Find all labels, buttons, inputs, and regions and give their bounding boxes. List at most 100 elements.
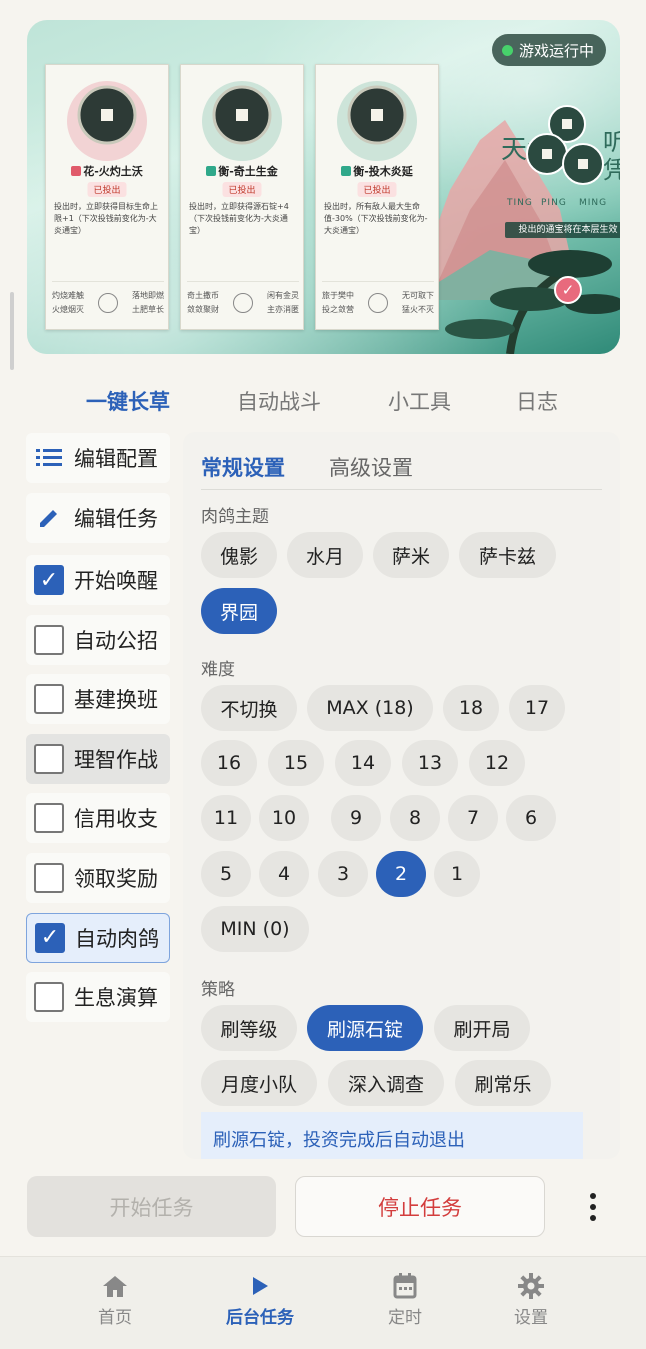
tab-log[interactable]: 日志 bbox=[516, 386, 558, 416]
difficulty-chip[interactable]: 10 bbox=[259, 795, 309, 841]
theme-chip[interactable]: 界园 bbox=[201, 588, 277, 634]
difficulty-chip[interactable]: MAX (18) bbox=[307, 685, 433, 731]
difficulty-chip[interactable]: 7 bbox=[448, 795, 498, 841]
task-item[interactable]: 信用收支 bbox=[26, 793, 170, 844]
strategy-chip[interactable]: 月度小队 bbox=[201, 1060, 317, 1106]
difficulty-label: 难度 bbox=[201, 660, 235, 680]
coin-card-title: 衡-投木炎延 bbox=[316, 163, 438, 179]
checkbox[interactable] bbox=[34, 624, 64, 655]
tab-general-settings[interactable]: 常规设置 bbox=[201, 452, 285, 482]
checkbox[interactable] bbox=[34, 863, 64, 893]
difficulty-chip[interactable]: MIN (0) bbox=[201, 906, 309, 952]
task-item-label: 基建换班 bbox=[74, 688, 158, 713]
theme-chip[interactable]: 萨卡兹 bbox=[459, 532, 556, 578]
theme-chip[interactable]: 水月 bbox=[287, 532, 363, 578]
coin-card[interactable]: 衡-奇土生金 已投出 投出时，立即获得源石锭+4（下次投钱前变化为-大炎通宝） 奇土撒… bbox=[180, 64, 304, 330]
checkbox[interactable]: ✓ bbox=[34, 565, 64, 595]
difficulty-chip[interactable]: 4 bbox=[259, 851, 309, 897]
coin-type-icon bbox=[206, 166, 217, 176]
strategy-chip[interactable]: 刷常乐 bbox=[455, 1060, 551, 1106]
strategy-chip[interactable]: 刷源石锭 bbox=[307, 1005, 423, 1051]
pencil-icon bbox=[34, 506, 64, 530]
settings-panel: 常规设置 高级设置 肉鸽主题 难度 策略 傀影 水月 萨米 萨卡兹 界园 不切换 MAX (… bbox=[183, 432, 620, 1159]
difficulty-chip[interactable]: 18 bbox=[443, 685, 499, 731]
difficulty-chip[interactable]: 1 bbox=[434, 851, 480, 897]
coin-card-foot-text: 旅于樊中 bbox=[322, 290, 354, 300]
seal-icon bbox=[233, 292, 253, 313]
tab-advanced-settings[interactable]: 高级设置 bbox=[329, 452, 413, 482]
task-item[interactable]: 生息演算 bbox=[26, 972, 170, 1023]
task-item-label: 领取奖励 bbox=[74, 867, 158, 891]
seal-icon bbox=[98, 292, 118, 313]
coin-card-title: 衡-奇土生金 bbox=[181, 163, 303, 179]
nav-home[interactable]: 首页 bbox=[65, 1271, 165, 1328]
game-status-badge: 游戏运行中 bbox=[491, 34, 606, 66]
difficulty-chip[interactable]: 14 bbox=[335, 740, 391, 786]
pinyin-2: PING bbox=[541, 198, 567, 208]
task-item-label: 信用收支 bbox=[74, 807, 158, 832]
difficulty-chip[interactable]: 12 bbox=[469, 740, 525, 786]
tab-auto-battle[interactable]: 自动战斗 bbox=[237, 386, 321, 416]
difficulty-chip[interactable]: 11 bbox=[201, 795, 251, 841]
task-item[interactable]: 理智作战 bbox=[26, 733, 170, 784]
coin-card-title-text: 花-火灼土沃 bbox=[83, 165, 143, 178]
checkbox[interactable] bbox=[34, 743, 64, 774]
scroll-indicator[interactable] bbox=[10, 292, 14, 370]
coin-card-status: 已投出 bbox=[87, 182, 127, 197]
nav-settings-label: 设置 bbox=[514, 1308, 548, 1328]
start-task-button[interactable]: 开始任务 bbox=[27, 1176, 276, 1237]
coin-type-icon bbox=[71, 166, 82, 176]
difficulty-chip[interactable]: 6 bbox=[506, 795, 556, 841]
coin-card-foot-text: 落地即燃 bbox=[132, 290, 164, 300]
more-menu-icon[interactable] bbox=[581, 1190, 605, 1224]
nav-background-tasks[interactable]: 后台任务 bbox=[210, 1271, 310, 1328]
coin-card-footer: 旅于樊中 投之敛营 无可取下 猛火不灭 bbox=[322, 281, 434, 319]
edit-config-label: 编辑配置 bbox=[74, 447, 158, 471]
edit-task-label: 编辑任务 bbox=[74, 507, 158, 531]
checkbox[interactable] bbox=[34, 982, 64, 1013]
coin-card[interactable]: 衡-投木炎延 已投出 投出时，所有敌人最大生命值-30%（下次投钱前变化为-大炎通宝… bbox=[315, 64, 439, 330]
task-item[interactable]: ✓ 开始唤醒 bbox=[26, 555, 170, 605]
coin-card[interactable]: 花-火灼土沃 已投出 投出时，立即获得目标生命上限+1（下次投钱前变化为-大炎通宝）… bbox=[45, 64, 169, 330]
strategy-chip[interactable]: 深入调查 bbox=[328, 1060, 444, 1106]
coin-card-status: 已投出 bbox=[222, 182, 262, 197]
coin-card-foot-text: 敛敛聚财 bbox=[187, 304, 219, 314]
difficulty-chip[interactable]: 16 bbox=[201, 740, 257, 786]
difficulty-chip[interactable]: 5 bbox=[201, 851, 251, 897]
difficulty-chip[interactable]: 9 bbox=[331, 795, 381, 841]
nav-schedule-label: 定时 bbox=[388, 1308, 422, 1328]
checkbox[interactable] bbox=[34, 803, 64, 834]
coin-card-title: 花-火灼土沃 bbox=[46, 163, 168, 179]
difficulty-chip[interactable]: 17 bbox=[509, 685, 565, 731]
strategy-chip[interactable]: 刷等级 bbox=[201, 1005, 297, 1051]
home-icon bbox=[65, 1271, 165, 1301]
edit-config-button[interactable]: 编辑配置 bbox=[26, 433, 170, 483]
theme-chip[interactable]: 萨米 bbox=[373, 532, 449, 578]
coin-card-title-text: 衡-奇土生金 bbox=[218, 165, 278, 178]
stop-task-button[interactable]: 停止任务 bbox=[295, 1176, 545, 1237]
task-item[interactable]: 领取奖励 bbox=[26, 853, 170, 903]
nav-schedule[interactable]: 定时 bbox=[355, 1271, 455, 1328]
tab-one-click[interactable]: 一键长草 bbox=[86, 386, 170, 416]
task-item-label: 自动公招 bbox=[74, 628, 158, 653]
strategy-chip[interactable]: 刷开局 bbox=[434, 1005, 530, 1051]
difficulty-chip[interactable]: 不切换 bbox=[201, 685, 297, 731]
nav-settings[interactable]: 设置 bbox=[481, 1271, 581, 1328]
coin-card-desc: 投出时，立即获得源石锭+4（下次投钱前变化为-大炎通宝） bbox=[189, 202, 289, 235]
checkbox[interactable]: ✓ bbox=[35, 922, 65, 953]
checkbox[interactable] bbox=[34, 684, 64, 715]
difficulty-chip[interactable]: 13 bbox=[402, 740, 458, 786]
difficulty-chip[interactable]: 15 bbox=[268, 740, 324, 786]
task-item[interactable]: 基建换班 bbox=[26, 674, 170, 725]
theme-chip[interactable]: 傀影 bbox=[201, 532, 277, 578]
task-item[interactable]: 自动公招 bbox=[26, 614, 170, 665]
tab-tools[interactable]: 小工具 bbox=[388, 386, 451, 416]
difficulty-chip[interactable]: 8 bbox=[390, 795, 440, 841]
edit-task-button[interactable]: 编辑任务 bbox=[26, 493, 170, 543]
task-item[interactable]: ✓ 自动肉鸽 bbox=[26, 912, 170, 963]
nav-home-label: 首页 bbox=[98, 1308, 132, 1328]
coin-image bbox=[46, 65, 168, 177]
difficulty-chip[interactable]: 3 bbox=[318, 851, 368, 897]
confirm-check-icon[interactable]: ✓ bbox=[554, 276, 582, 304]
difficulty-chip[interactable]: 2 bbox=[376, 851, 426, 897]
